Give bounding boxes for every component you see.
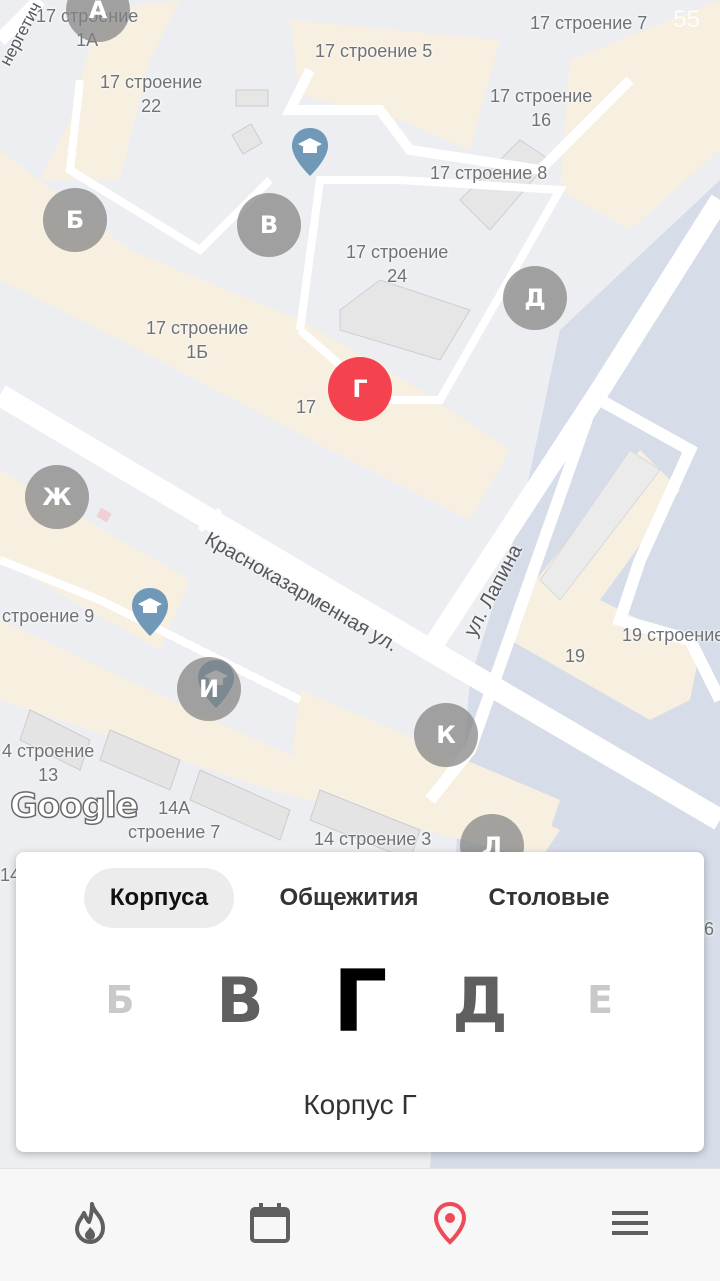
map-label: 17 строение 16 — [490, 86, 593, 130]
map-label: 19 — [565, 646, 586, 666]
map-label: 17 — [296, 397, 317, 417]
map-label: 14 строение 3 — [314, 829, 432, 849]
status-time: 55 — [673, 6, 700, 33]
map-label: 17 строение 8 — [430, 163, 548, 183]
location-pin-icon — [433, 1201, 467, 1245]
university-pin-icon[interactable] — [290, 126, 330, 178]
calendar-icon — [250, 1203, 290, 1243]
map-label: 17 строение 7 — [530, 13, 648, 33]
building-letter-option[interactable]: Б — [106, 978, 135, 1022]
selected-building-title: Корпус Г — [303, 1089, 417, 1120]
building-marker[interactable]: Б — [43, 188, 107, 252]
bottom-navigation — [0, 1168, 720, 1281]
building-marker-selected[interactable]: Г — [328, 357, 392, 421]
building-marker[interactable]: Ж — [25, 465, 89, 529]
map-label: 17 строение 24 — [346, 242, 449, 286]
tab-canteens[interactable]: Столовые — [472, 868, 626, 928]
map-label: 6 — [704, 919, 715, 939]
building-letter-option[interactable]: Д — [452, 964, 507, 1037]
map-label: 17 строение 1Б — [146, 318, 249, 362]
map-label: строение 9 — [2, 606, 95, 626]
tab-dormitories[interactable]: Общежития — [262, 868, 436, 928]
building-marker[interactable]: Д — [503, 266, 567, 330]
building-letter-option[interactable]: В — [216, 964, 263, 1037]
flame-icon — [75, 1202, 105, 1244]
map-label: 4 строение 13 — [2, 741, 95, 785]
nav-news[interactable] — [60, 1193, 120, 1253]
tab-buildings[interactable]: Корпуса — [84, 868, 234, 928]
building-marker[interactable]: К — [414, 703, 478, 767]
building-marker[interactable]: В — [237, 193, 301, 257]
building-marker[interactable]: И — [177, 657, 241, 721]
menu-icon — [612, 1211, 648, 1235]
building-letter-selected[interactable]: Г — [333, 952, 388, 1052]
university-pin-icon[interactable] — [130, 586, 170, 638]
nav-map[interactable] — [420, 1193, 480, 1253]
building-letter-option[interactable]: Е — [587, 978, 613, 1022]
map-label: 17 строение 5 — [315, 41, 433, 61]
nav-menu[interactable] — [600, 1193, 660, 1253]
building-selector-card: Корпуса Общежития Столовые Б В Г Д Е Кор… — [16, 852, 704, 1152]
map-label: 17 строение 22 — [100, 72, 203, 116]
map-label: 19 строение — [622, 625, 720, 645]
map-label: 14А строение 7 — [128, 798, 221, 842]
google-logo: Google — [9, 785, 139, 827]
nav-schedule[interactable] — [240, 1193, 300, 1253]
